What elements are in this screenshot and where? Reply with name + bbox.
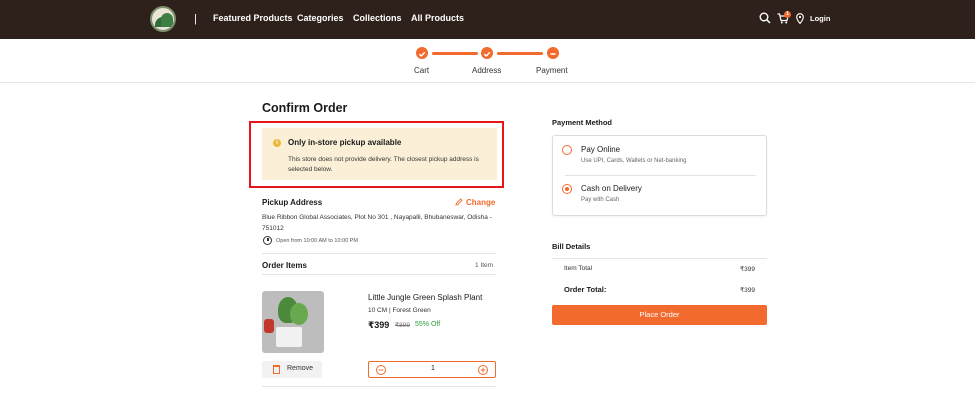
divider	[262, 386, 496, 387]
divider	[565, 175, 756, 176]
product-name[interactable]: Little Jungle Green Splash Plant	[368, 293, 482, 302]
bill-details-title: Bill Details	[552, 242, 591, 251]
step-payment-current-icon	[547, 47, 559, 59]
notice-title: Only in-store pickup available	[288, 138, 402, 147]
login-link[interactable]: Login	[810, 14, 830, 23]
increase-quantity-button[interactable]: +	[478, 365, 488, 375]
pickup-notice: i Only in-store pickup available This st…	[262, 128, 497, 180]
place-order-button[interactable]: Place Order	[552, 305, 767, 325]
location-pin-icon[interactable]	[796, 13, 804, 24]
checkout-stepper: Cart Address Payment	[0, 39, 975, 83]
remove-item-button[interactable]: Remove	[262, 361, 322, 378]
info-icon: i	[273, 139, 281, 147]
top-navbar: | Featured Products Categories Collectio…	[0, 0, 975, 39]
pickup-address-text: Blue Ribbon Global Associates, Plot No 3…	[262, 214, 492, 232]
step-cart-check-icon	[416, 47, 428, 59]
product-discount: 55% Off	[415, 321, 441, 328]
divider	[262, 253, 496, 254]
product-price: ₹399	[368, 320, 390, 330]
step-label-cart: Cart	[414, 66, 430, 75]
cash-on-delivery-radio[interactable]	[562, 184, 572, 194]
payment-options: Pay Online Use UPI, Cards, Wallets or Ne…	[552, 135, 767, 216]
pencil-icon	[455, 198, 463, 206]
quantity-value: 1	[431, 365, 435, 372]
page-title: Confirm Order	[262, 101, 348, 115]
cash-on-delivery-subtext: Pay with Cash	[581, 197, 620, 203]
pickup-address-title: Pickup Address	[262, 198, 323, 207]
change-address-link[interactable]: Change	[455, 198, 495, 207]
product-image[interactable]	[262, 291, 324, 353]
order-items-count: 1 Item	[475, 262, 494, 269]
order-total-label: Order Total:	[564, 285, 607, 294]
search-icon[interactable]	[759, 12, 771, 24]
step-label-address: Address	[472, 66, 502, 75]
pay-online-subtext: Use UPI, Cards, Wallets or Net-banking	[581, 158, 687, 164]
step-connector	[432, 51, 478, 55]
pay-online-radio[interactable]	[562, 145, 572, 155]
order-items-title: Order Items	[262, 261, 307, 270]
product-mrp: ₹899	[395, 322, 410, 329]
logo-hill-shape	[161, 13, 173, 27]
divider	[552, 258, 767, 259]
product-variant: 10 CM | Forest Green	[368, 307, 431, 314]
cash-on-delivery-label[interactable]: Cash on Delivery	[581, 184, 642, 193]
nav-categories[interactable]: Categories	[297, 13, 344, 23]
notice-body: This store does not provide delivery. Th…	[288, 156, 479, 173]
clock-icon	[263, 236, 272, 245]
item-total-value: ₹399	[740, 266, 755, 273]
store-logo[interactable]	[150, 6, 176, 32]
item-total-label: Item Total	[564, 265, 593, 272]
nav-collections[interactable]: Collections	[353, 13, 402, 23]
product-image-detail	[276, 327, 302, 347]
product-image-detail	[290, 303, 308, 325]
store-hours: Open from 10:00 AM to 10:00 PM	[276, 238, 358, 244]
divider	[262, 274, 496, 275]
nav-featured-products[interactable]: Featured Products	[213, 13, 293, 23]
nav-separator: |	[194, 13, 197, 25]
order-total-value: ₹399	[740, 287, 755, 294]
product-image-detail	[264, 319, 274, 333]
trash-icon	[273, 365, 280, 374]
step-connector	[497, 51, 543, 55]
payment-method-title: Payment Method	[552, 118, 613, 127]
cart-count-badge: 1	[784, 11, 791, 18]
quantity-stepper: − 1 +	[368, 361, 496, 378]
step-address-check-icon	[481, 47, 493, 59]
remove-label: Remove	[287, 365, 314, 372]
pay-online-label[interactable]: Pay Online	[581, 145, 620, 154]
nav-all-products[interactable]: All Products	[411, 13, 464, 23]
decrease-quantity-button[interactable]: −	[376, 365, 386, 375]
step-label-payment: Payment	[536, 66, 568, 75]
change-label: Change	[466, 198, 496, 207]
